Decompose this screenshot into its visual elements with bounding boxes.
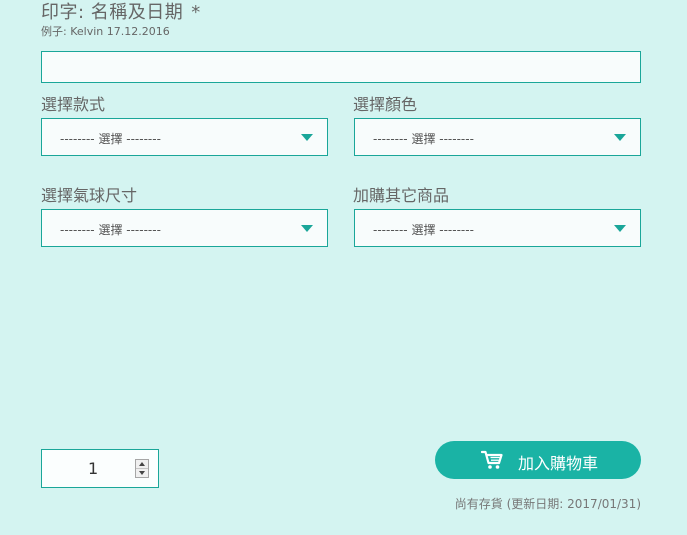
balloon-size-label: 選擇氣球尺寸 <box>41 186 138 205</box>
color-label: 選擇顏色 <box>353 95 418 114</box>
imprint-example: 例子: Kelvin 17.12.2016 <box>41 25 170 38</box>
color-select[interactable]: -------- 選擇 -------- <box>354 118 641 156</box>
shopping-cart-icon <box>481 450 503 469</box>
increment-arrow-icon[interactable] <box>136 460 148 469</box>
balloon-size-select-value: -------- 選擇 -------- <box>60 223 161 237</box>
imprint-input[interactable] <box>41 51 641 83</box>
dropdown-arrow-icon <box>301 134 313 141</box>
addon-select[interactable]: -------- 選擇 -------- <box>354 209 641 247</box>
imprint-label: 印字: 名稱及日期 <box>41 2 184 23</box>
add-to-cart-label: 加入購物車 <box>518 454 599 473</box>
dropdown-arrow-icon <box>614 225 626 232</box>
addon-select-value: -------- 選擇 -------- <box>373 223 474 237</box>
add-to-cart-button[interactable]: 加入購物車 <box>435 441 641 479</box>
balloon-size-select[interactable]: -------- 選擇 -------- <box>41 209 328 247</box>
dropdown-arrow-icon <box>301 225 313 232</box>
quantity-stepper[interactable]: 1 <box>41 449 159 488</box>
imprint-heading: 印字: 名稱及日期 * <box>41 0 201 24</box>
required-mark: * <box>191 2 201 23</box>
color-select-value: -------- 選擇 -------- <box>373 132 474 146</box>
style-select-value: -------- 選擇 -------- <box>60 132 161 146</box>
quantity-spinner[interactable] <box>135 459 149 478</box>
dropdown-arrow-icon <box>614 134 626 141</box>
style-label: 選擇款式 <box>41 95 106 114</box>
stock-status: 尚有存貨 (更新日期: 2017/01/31) <box>454 497 641 511</box>
style-select[interactable]: -------- 選擇 -------- <box>41 118 328 156</box>
decrement-arrow-icon[interactable] <box>136 469 148 477</box>
addon-label: 加購其它商品 <box>353 186 450 205</box>
quantity-value[interactable]: 1 <box>88 459 98 478</box>
